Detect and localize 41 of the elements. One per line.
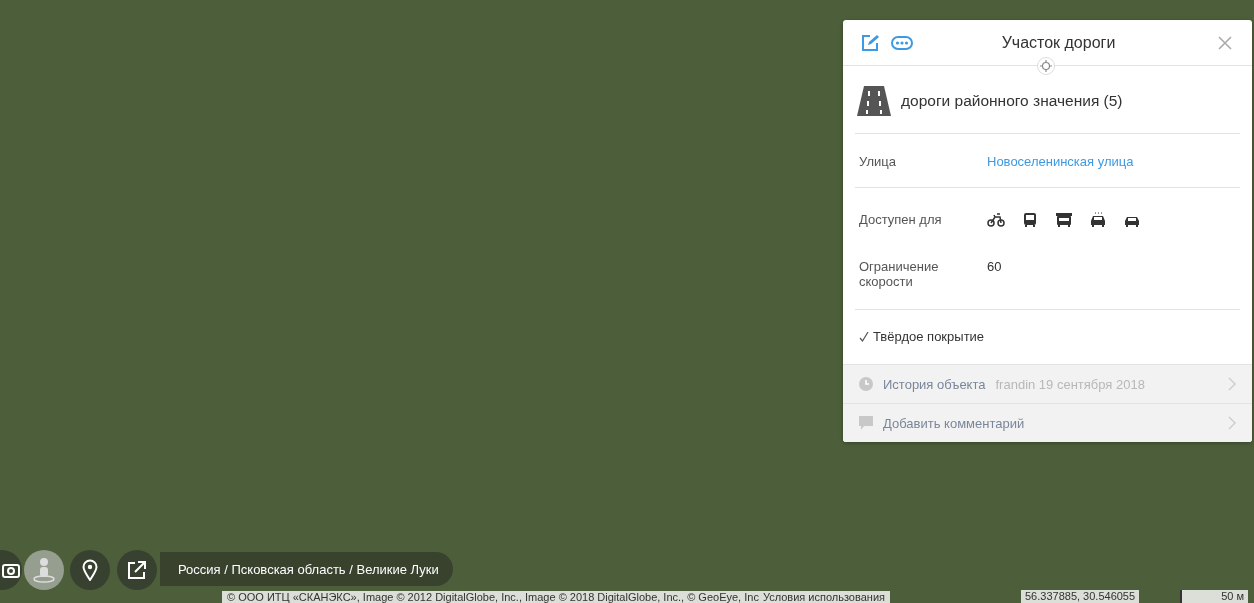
- chevron-icon: [1228, 416, 1236, 430]
- share-button[interactable]: [117, 550, 157, 590]
- more-button[interactable]: [891, 35, 913, 50]
- terms-link[interactable]: Условия использования: [762, 591, 885, 603]
- ellipsis-icon: [891, 35, 913, 50]
- speed-limit-value: 60: [987, 259, 1003, 276]
- target-icon: [1040, 60, 1052, 72]
- field-label: Ограничение скорости: [859, 259, 940, 289]
- pin-icon: [82, 559, 98, 581]
- history-row[interactable]: История объекта frandin 19 сентября 2018: [843, 364, 1252, 403]
- camera-icon: [2, 562, 20, 578]
- chevron-icon: [1228, 377, 1236, 391]
- close-icon: [1218, 35, 1232, 50]
- field-label: Улица: [859, 154, 897, 169]
- road-category: дороги районного значения (5): [901, 92, 1123, 110]
- scale-bar: 50 м: [1180, 590, 1248, 603]
- person-icon: [33, 557, 55, 583]
- location-breadcrumb[interactable]: Россия / Псковская область / Великие Луки: [160, 552, 453, 586]
- truck-icon: [1055, 212, 1073, 228]
- history-author-date: frandin 19 сентября 2018: [995, 376, 1145, 392]
- map-attribution: © ООО ИТЦ «СКАНЭКС», Image © 2012 DigitalGlobe, Inc., Image © 2018 DigitalGlobe, Inc., © GeoEye, Inc: [227, 591, 759, 603]
- street-link[interactable]: Новоселенинская улица: [987, 154, 1236, 169]
- history-label: История объекта: [883, 376, 986, 392]
- panel-title: Участок дороги: [1000, 33, 1117, 52]
- clock-icon: [859, 377, 873, 391]
- bus-icon: [1021, 212, 1039, 228]
- comment-row[interactable]: Добавить комментарий: [843, 403, 1252, 442]
- panorama-button[interactable]: [24, 550, 64, 590]
- pin-button[interactable]: [70, 550, 110, 590]
- paved-surface-label: Твёрдое покрытие: [873, 329, 985, 344]
- add-comment-label: Добавить комментарий: [883, 415, 1025, 431]
- locate-button[interactable]: [1037, 57, 1055, 75]
- bicycle-icon: [987, 212, 1005, 228]
- share-icon: [127, 560, 147, 580]
- taxi-icon: [1089, 212, 1107, 228]
- edit-button[interactable]: [861, 33, 879, 52]
- field-label: Доступен для: [859, 212, 943, 228]
- speech-bubble-icon: [859, 416, 873, 430]
- road-icon: [857, 86, 891, 116]
- edit-icon: [861, 33, 879, 52]
- coordinates-text: 56.337885, 30.546055: [1021, 590, 1140, 603]
